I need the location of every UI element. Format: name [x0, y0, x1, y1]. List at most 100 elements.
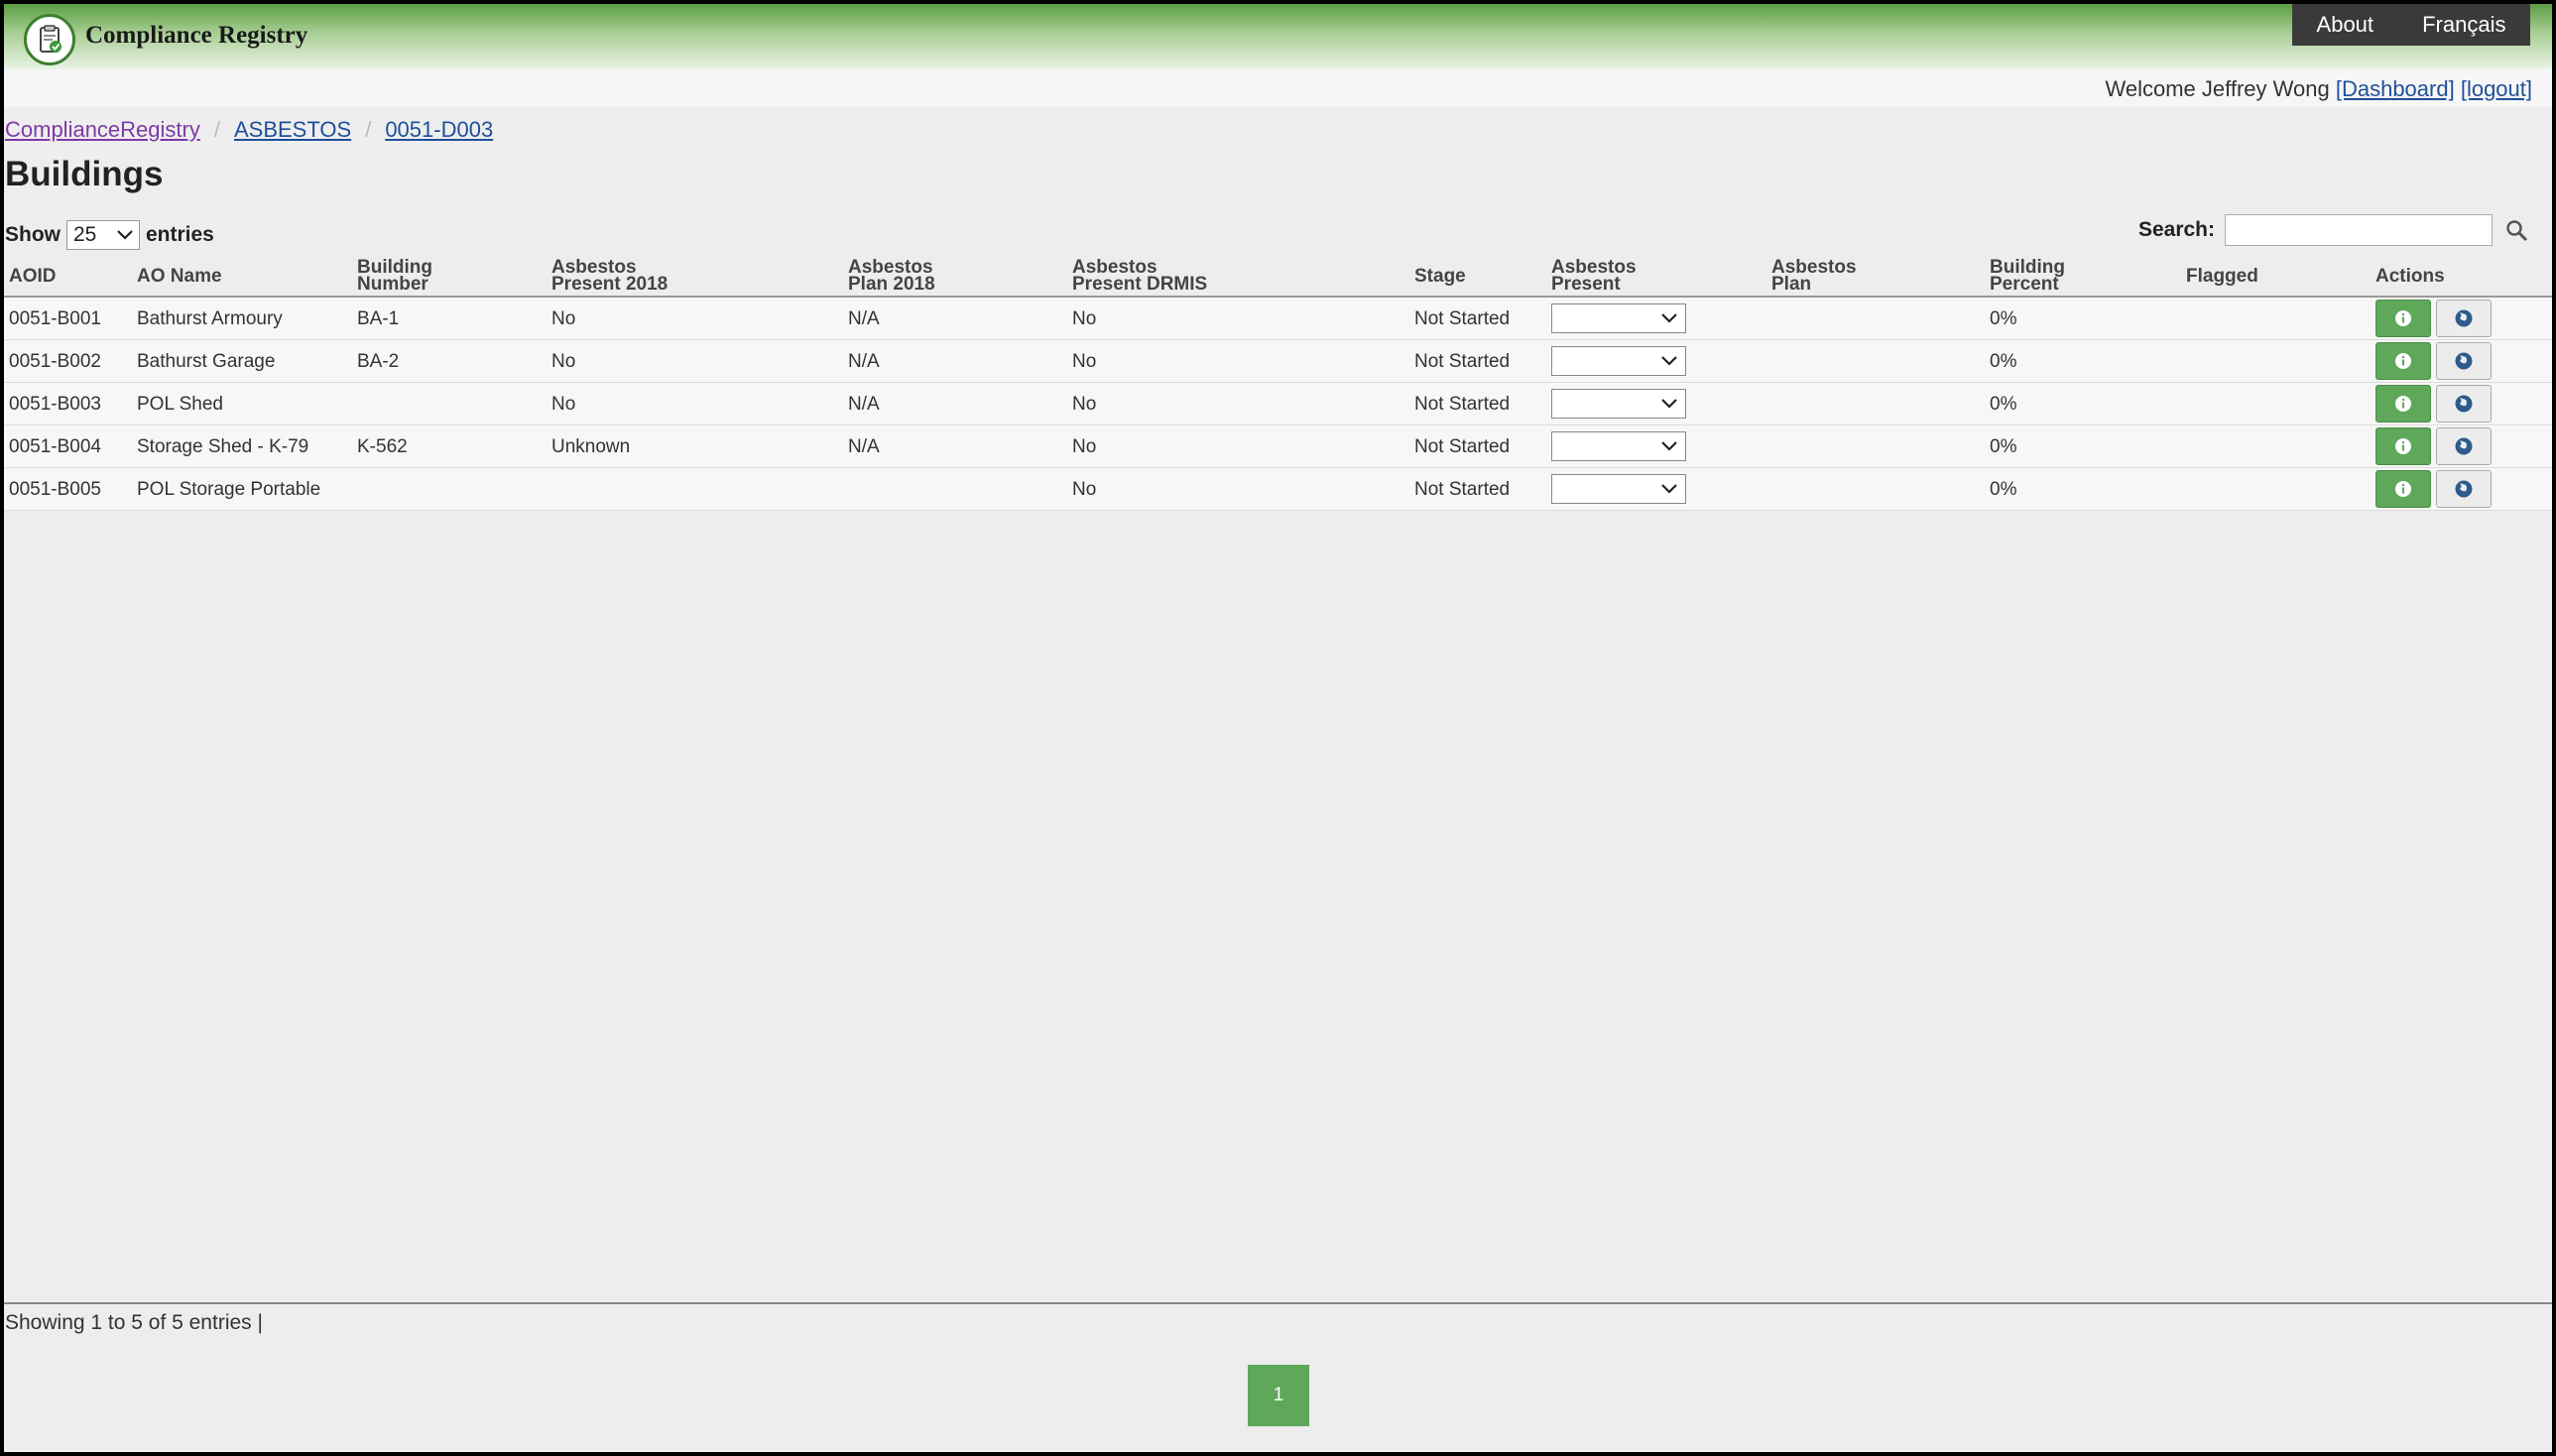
info-icon: [2395, 438, 2411, 454]
globe-icon: [2455, 309, 2473, 327]
cell-present-drmis: No: [1072, 394, 1097, 415]
globe-button[interactable]: [2436, 385, 2492, 423]
welcome-text: Welcome Jeffrey Wong [Dashboard] [logout…: [2106, 76, 2533, 102]
table-row: 0051-B003 POL Shed No N/A No Not Started…: [4, 383, 2552, 425]
cell-stage: Not Started: [1414, 351, 1511, 372]
globe-icon: [2455, 395, 2473, 413]
info-button[interactable]: [2375, 300, 2431, 337]
cell-present-2018: No: [551, 351, 576, 372]
app-title: Compliance Registry: [85, 22, 308, 49]
cell-ao-name: POL Shed: [137, 394, 223, 415]
info-button[interactable]: [2375, 342, 2431, 380]
asbestos-present-select[interactable]: [1551, 303, 1686, 333]
col-asbestos-present-drmis[interactable]: Asbestos Present DRMIS: [1072, 258, 1207, 294]
welcome-user: Welcome Jeffrey Wong: [2105, 76, 2330, 101]
col-actions: Actions: [2375, 266, 2445, 287]
breadcrumb-separator: /: [365, 117, 372, 142]
clipboard-check-icon[interactable]: [24, 14, 75, 65]
show-label: Show: [5, 223, 61, 246]
breadcrumb-site[interactable]: 0051-D003: [385, 117, 493, 142]
cell-present-2018: Unknown: [551, 436, 631, 457]
table-header: AOID AO Name Building Number Asbestos Pres…: [4, 256, 2552, 298]
cell-building-percent: 0%: [1990, 394, 2017, 415]
pagination-page-1[interactable]: 1: [1248, 1365, 1309, 1426]
table-row: 0051-B002 Bathurst Garage BA-2 No N/A No…: [4, 340, 2552, 383]
asbestos-present-select[interactable]: [1551, 346, 1686, 376]
table-row: 0051-B004 Storage Shed - K-79 K-562 Unkn…: [4, 425, 2552, 468]
dashboard-link[interactable]: [Dashboard]: [2336, 76, 2455, 101]
globe-button[interactable]: [2436, 427, 2492, 465]
cell-building-number: K-562: [357, 436, 408, 457]
asbestos-present-select[interactable]: [1551, 474, 1686, 504]
chevron-down-icon: [117, 230, 133, 240]
footer-divider: [4, 1302, 2552, 1304]
col-aoid[interactable]: AOID: [9, 267, 57, 286]
chevron-down-icon: [1661, 356, 1677, 366]
about-link[interactable]: About: [2317, 12, 2374, 38]
cell-stage: Not Started: [1414, 308, 1511, 329]
search-control: Search:: [2138, 214, 2528, 246]
cell-building-percent: 0%: [1990, 351, 2017, 372]
show-entries-control: Show 25 entries: [5, 220, 214, 250]
cell-plan-2018: N/A: [848, 394, 880, 415]
cell-aoid: 0051-B001: [9, 308, 101, 329]
col-asbestos-present[interactable]: Asbestos Present: [1551, 258, 1637, 294]
globe-button[interactable]: [2436, 342, 2492, 380]
cell-plan-2018: N/A: [848, 436, 880, 457]
globe-icon: [2455, 352, 2473, 370]
cell-aoid: 0051-B005: [9, 479, 101, 500]
entries-value: 25: [73, 223, 97, 246]
entries-label: entries: [146, 223, 214, 246]
col-building-percent[interactable]: Building Percent: [1990, 258, 2065, 294]
chevron-down-icon: [1661, 484, 1677, 494]
cell-building-percent: 0%: [1990, 479, 2017, 500]
cell-stage: Not Started: [1414, 394, 1511, 415]
breadcrumb-root[interactable]: ComplianceRegistry: [5, 117, 200, 142]
language-link[interactable]: Français: [2422, 12, 2505, 38]
asbestos-present-select[interactable]: [1551, 389, 1686, 419]
cell-ao-name: Storage Shed - K-79: [137, 436, 309, 457]
globe-button[interactable]: [2436, 300, 2492, 337]
table-row: 0051-B001 Bathurst Armoury BA-1 No N/A N…: [4, 298, 2552, 340]
app-window: Compliance Registry About Français Welco…: [4, 4, 2552, 1452]
info-icon: [2395, 396, 2411, 412]
cell-stage: Not Started: [1414, 479, 1511, 500]
globe-icon: [2455, 437, 2473, 455]
page-title: Buildings: [5, 155, 164, 193]
col-stage[interactable]: Stage: [1414, 267, 1466, 286]
cell-aoid: 0051-B003: [9, 394, 101, 415]
logout-link[interactable]: [logout]: [2461, 76, 2532, 101]
asbestos-present-select[interactable]: [1551, 431, 1686, 461]
col-asbestos-plan-2018[interactable]: Asbestos Plan 2018: [848, 258, 935, 294]
col-building-number[interactable]: Building Number: [357, 258, 432, 294]
welcome-bar: Welcome Jeffrey Wong [Dashboard] [logout…: [4, 69, 2552, 107]
entries-select[interactable]: 25: [66, 220, 140, 250]
col-asbestos-plan[interactable]: Asbestos Plan: [1771, 258, 1857, 294]
cell-building-percent: 0%: [1990, 436, 2017, 457]
breadcrumb-asbestos[interactable]: ASBESTOS: [234, 117, 351, 142]
chevron-down-icon: [1661, 399, 1677, 409]
info-button[interactable]: [2375, 427, 2431, 465]
search-label: Search:: [2137, 218, 2215, 241]
col-flagged[interactable]: Flagged: [2186, 267, 2258, 286]
cell-stage: Not Started: [1414, 436, 1511, 457]
entries-summary: Showing 1 to 5 of 5 entries |: [5, 1311, 263, 1334]
col-asbestos-present-2018[interactable]: Asbestos Present 2018: [551, 258, 668, 294]
cell-present-2018: No: [551, 308, 576, 329]
info-button[interactable]: [2375, 470, 2431, 508]
info-button[interactable]: [2375, 385, 2431, 423]
cell-aoid: 0051-B004: [9, 436, 101, 457]
info-icon: [2395, 481, 2411, 497]
search-icon[interactable]: [2504, 218, 2528, 242]
cell-present-drmis: No: [1072, 351, 1097, 372]
cell-ao-name: Bathurst Armoury: [137, 308, 283, 329]
search-input[interactable]: [2225, 214, 2493, 246]
globe-button[interactable]: [2436, 470, 2492, 508]
cell-present-2018: No: [551, 394, 576, 415]
cell-present-drmis: No: [1072, 308, 1097, 329]
cell-building-number: BA-2: [357, 351, 400, 372]
cell-plan-2018: N/A: [848, 308, 880, 329]
info-icon: [2395, 353, 2411, 369]
col-ao-name[interactable]: AO Name: [137, 267, 222, 286]
breadcrumb: ComplianceRegistry / ASBESTOS / 0051-D003: [4, 107, 2552, 159]
